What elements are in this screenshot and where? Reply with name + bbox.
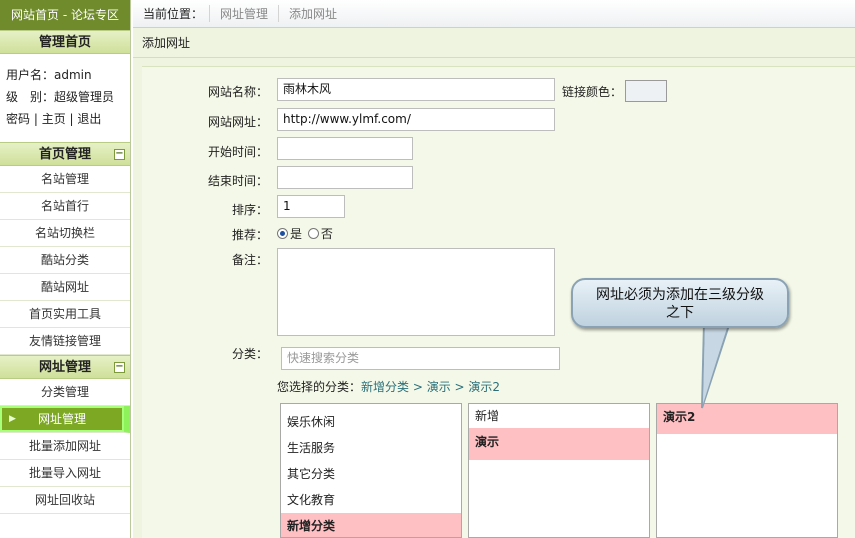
recommend-label: 推荐： [231,228,268,242]
note-label: 备注： [231,253,268,267]
end-time-input[interactable] [277,166,413,189]
category-search-input[interactable]: 快速搜索分类 [281,347,560,370]
order-input[interactable]: 1 [277,195,345,218]
note-textarea[interactable] [277,248,555,336]
user-info: 用户名：admin 级 别：超级管理员 密码 | 主页 | 退出 [6,68,115,126]
site-url-input[interactable]: http://www.ylmf.com/ [277,108,555,131]
panel-title: 添加网址 [133,28,855,58]
username-value: admin [54,68,92,82]
list-item[interactable]: 其它分类 [281,461,461,487]
breadcrumb-label: 当前位置： [143,7,204,21]
sidebar-item-recycle-bin[interactable]: 网址回收站 [0,487,130,514]
top-links-text[interactable]: 网站首页 - 论坛专区 [11,8,119,22]
category-level2-list: 新增 演示 [468,403,650,538]
sidebar-top-links[interactable]: 网站首页 - 论坛专区 [0,0,130,30]
list-item[interactable]: 生活服务 [281,435,461,461]
list-item[interactable]: 新增 [469,404,649,428]
recommend-radio-group: 是 否 [277,225,333,242]
level-value: 超级管理员 [54,90,115,104]
tooltip-callout: 网址必须为添加在三级分级之下 [571,278,789,328]
sidebar-item-famous-site[interactable]: 名站管理 [0,166,130,193]
username-label: 用户名： [6,68,55,82]
category-label: 分类： [231,347,268,361]
list-item[interactable]: 演示 [469,428,649,460]
link-color-picker[interactable] [625,80,667,102]
level-label: 级 别： [6,90,55,104]
sidebar: 网站首页 - 论坛专区 管理首页 用户名：admin 级 别：超级管理员 密码 … [0,0,131,538]
end-time-label: 结束时间： [207,174,268,188]
breadcrumb: 当前位置： 网址管理 添加网址 [133,0,855,28]
logout-link[interactable]: 退出 [77,112,101,126]
tooltip-pointer [701,321,732,409]
sidebar-item-batch-add[interactable]: 批量添加网址 [0,433,130,460]
sidebar-item-friend-links[interactable]: 友情链接管理 [0,328,130,355]
section-header-url-manage[interactable]: 网址管理 − [0,355,130,379]
link-color-label: 链接颜色： [561,85,622,99]
site-name-label: 网站名称： [207,85,268,99]
selected-category-label: 您选择的分类： [277,380,362,394]
section-header-home-manage[interactable]: 首页管理 − [0,142,130,166]
selected-category-path: 新增分类 > 演示 > 演示2 [361,380,501,394]
sidebar-item-category-manage[interactable]: 分类管理 [0,379,130,406]
sidebar-item-url-manage[interactable]: ▶ 网址管理 [0,406,130,433]
collapse-icon[interactable]: − [114,149,125,160]
section-title: 首页管理 [38,147,91,162]
recommend-yes-text: 是 [290,227,303,241]
homepage-link[interactable]: 主页 [42,112,66,126]
category-level1-list: 娱乐休闲 生活服务 其它分类 文化教育 新增分类 [280,403,462,538]
breadcrumb-item-url-manage[interactable]: 网址管理 [209,5,278,22]
recommend-no-radio[interactable] [307,228,319,239]
list-item[interactable]: 文化教育 [281,487,461,513]
sidebar-item-famous-switch-bar[interactable]: 名站切换栏 [0,220,130,247]
start-time-input[interactable] [277,137,413,160]
site-name-input[interactable]: 雨林木风 [277,78,555,101]
sidebar-item-cool-url[interactable]: 酷站网址 [0,274,130,301]
sidebar-item-label: 网址管理 [37,412,86,426]
triangle-right-icon: ▶ [9,414,16,424]
tooltip-text: 网址必须为添加在三级分级之下 [596,287,764,321]
breadcrumb-item-add-url[interactable]: 添加网址 [278,5,347,22]
sidebar-item-batch-import[interactable]: 批量导入网址 [0,460,130,487]
home-title-text: 管理首页 [38,35,91,50]
site-url-label: 网站网址： [207,115,268,129]
start-time-label: 开始时间： [207,145,268,159]
recommend-no-text: 否 [320,227,333,241]
sidebar-item-famous-first-row[interactable]: 名站首行 [0,193,130,220]
password-link[interactable]: 密码 [6,112,30,126]
selected-category: 您选择的分类：新增分类 > 演示 > 演示2 [277,378,500,395]
order-label: 排序： [231,203,268,217]
sidebar-home-title[interactable]: 管理首页 [0,30,130,54]
sidebar-item-cool-category[interactable]: 酷站分类 [0,247,130,274]
collapse-icon[interactable]: − [114,362,125,373]
list-item[interactable]: 演示2 [657,404,837,434]
recommend-yes-radio[interactable] [277,228,288,239]
section-title: 网址管理 [38,360,91,375]
category-level3-list: 演示2 [656,403,838,538]
list-item[interactable]: 娱乐休闲 [281,409,461,435]
sidebar-item-home-tools[interactable]: 首页实用工具 [0,301,130,328]
list-item[interactable]: 新增分类 [281,513,461,537]
